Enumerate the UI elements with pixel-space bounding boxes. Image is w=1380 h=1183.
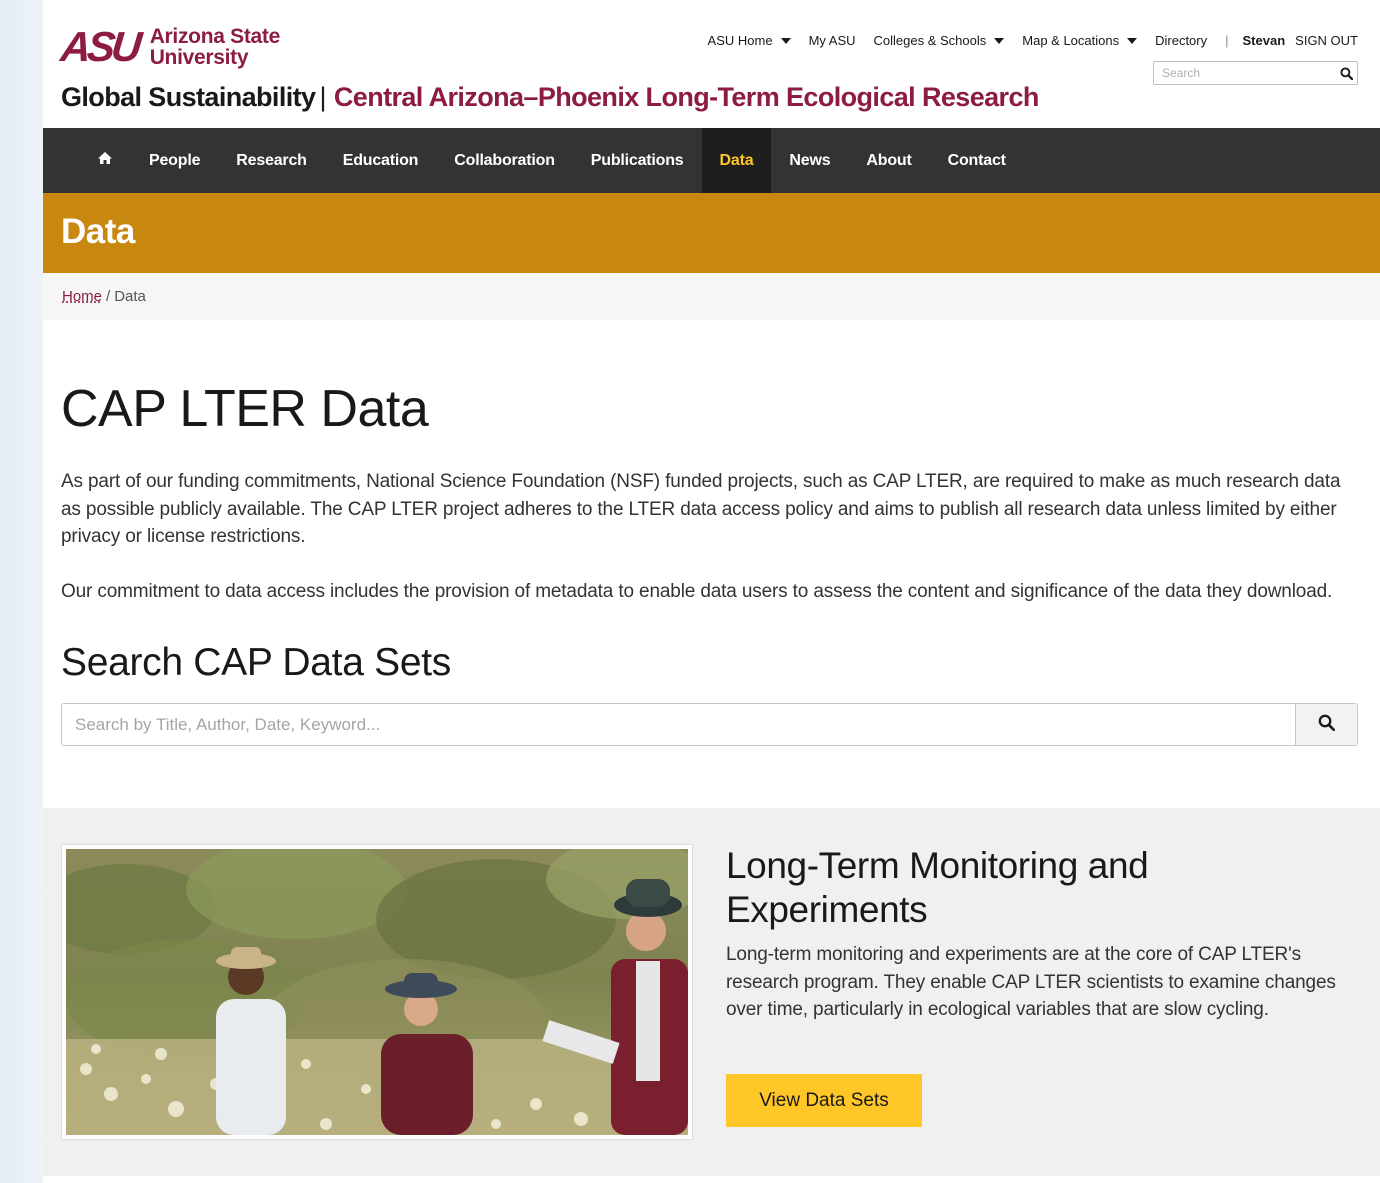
home-icon: [97, 151, 113, 170]
sign-out-link[interactable]: SIGN OUT: [1295, 33, 1358, 48]
nav-item-research[interactable]: Research: [218, 128, 324, 193]
asu-logo[interactable]: ASU Arizona State University: [58, 23, 281, 70]
asu-logo-text: Arizona State University: [149, 25, 281, 69]
main-content: CAP LTER Data As part of our funding com…: [61, 320, 1358, 746]
site-title-secondary[interactable]: Central Arizona–Phoenix Long-Term Ecolog…: [334, 82, 1039, 112]
breadcrumb-separator: /: [106, 288, 111, 305]
header-search: [1153, 61, 1358, 85]
nav-item-about[interactable]: About: [848, 128, 929, 193]
caret-down-icon: [994, 37, 1005, 44]
nav-item-contact[interactable]: Contact: [930, 128, 1024, 193]
directory-link[interactable]: Directory: [1155, 33, 1207, 48]
breadcrumb-home-link[interactable]: Home: [62, 288, 102, 305]
nav-home[interactable]: [79, 128, 131, 193]
nav-item-news[interactable]: News: [771, 128, 848, 193]
search-icon: [1318, 714, 1336, 736]
caret-down-icon: [1127, 37, 1138, 44]
asu-header: ASU Arizona State University Global Sust…: [43, 0, 1380, 128]
page: ASU Arizona State University Global Sust…: [43, 0, 1380, 1183]
my-asu-label: My ASU: [808, 33, 856, 48]
page-title: CAP LTER Data: [61, 380, 429, 438]
user-name[interactable]: Stevan: [1243, 33, 1286, 48]
asu-home-label: ASU Home: [707, 33, 773, 48]
intro-paragraph-1: As part of our funding commitments, Nati…: [61, 471, 1341, 547]
directory-label: Directory: [1155, 33, 1208, 48]
nav-item-people[interactable]: People: [131, 128, 218, 193]
nav-divider: |: [1225, 33, 1229, 48]
site-title-separator: |: [319, 82, 326, 112]
site-title: Global Sustainability | Central Arizona–Ph…: [61, 82, 1039, 113]
feature-image-frame: [61, 844, 693, 1140]
map-locations-label: Map & Locations: [1022, 33, 1120, 48]
feature-title: Long-Term Monitoring and Experiments: [726, 845, 1149, 930]
header-search-input[interactable]: [1154, 63, 1335, 83]
colleges-label: Colleges & Schools: [873, 33, 987, 48]
intro-paragraph-2: Our commitment to data access includes t…: [61, 580, 1333, 602]
feature-description: Long-term monitoring and experiments are…: [726, 944, 1336, 1020]
asu-logo-mark: ASU: [58, 23, 141, 70]
feature-section: Long-Term Monitoring and Experiments Lon…: [43, 808, 1380, 1176]
universal-nav: ASU Home My ASU Colleges & Schools Map &…: [708, 33, 1358, 48]
site-title-primary[interactable]: Global Sustainability: [61, 82, 316, 112]
breadcrumb-current: Data: [114, 288, 146, 305]
asu-home-link[interactable]: ASU Home: [708, 33, 791, 48]
view-data-sets-button[interactable]: View Data Sets: [726, 1074, 922, 1127]
dataset-search-button[interactable]: [1295, 704, 1357, 745]
map-locations-link[interactable]: Map & Locations: [1022, 33, 1138, 48]
logo-line-2: University: [149, 46, 249, 69]
nav-item-education[interactable]: Education: [325, 128, 437, 193]
page-banner: Data: [43, 193, 1380, 273]
my-asu-link[interactable]: My ASU: [809, 33, 856, 48]
dataset-search-input[interactable]: [62, 704, 1295, 745]
search-section-title: Search CAP Data Sets: [61, 641, 451, 684]
colleges-link[interactable]: Colleges & Schools: [874, 33, 1005, 48]
nav-item-data[interactable]: Data: [701, 128, 772, 193]
main-nav: People Research Education Collaboration …: [43, 128, 1380, 193]
breadcrumb: Home / Data: [43, 273, 1380, 320]
logo-line-1: Arizona State: [149, 25, 281, 48]
feature-photo: [66, 849, 688, 1135]
dataset-search: [61, 703, 1358, 746]
nav-item-publications[interactable]: Publications: [573, 128, 702, 193]
search-icon[interactable]: [1335, 66, 1357, 80]
nav-item-collaboration[interactable]: Collaboration: [436, 128, 573, 193]
caret-down-icon: [780, 37, 791, 44]
page-banner-title: Data: [61, 212, 135, 251]
